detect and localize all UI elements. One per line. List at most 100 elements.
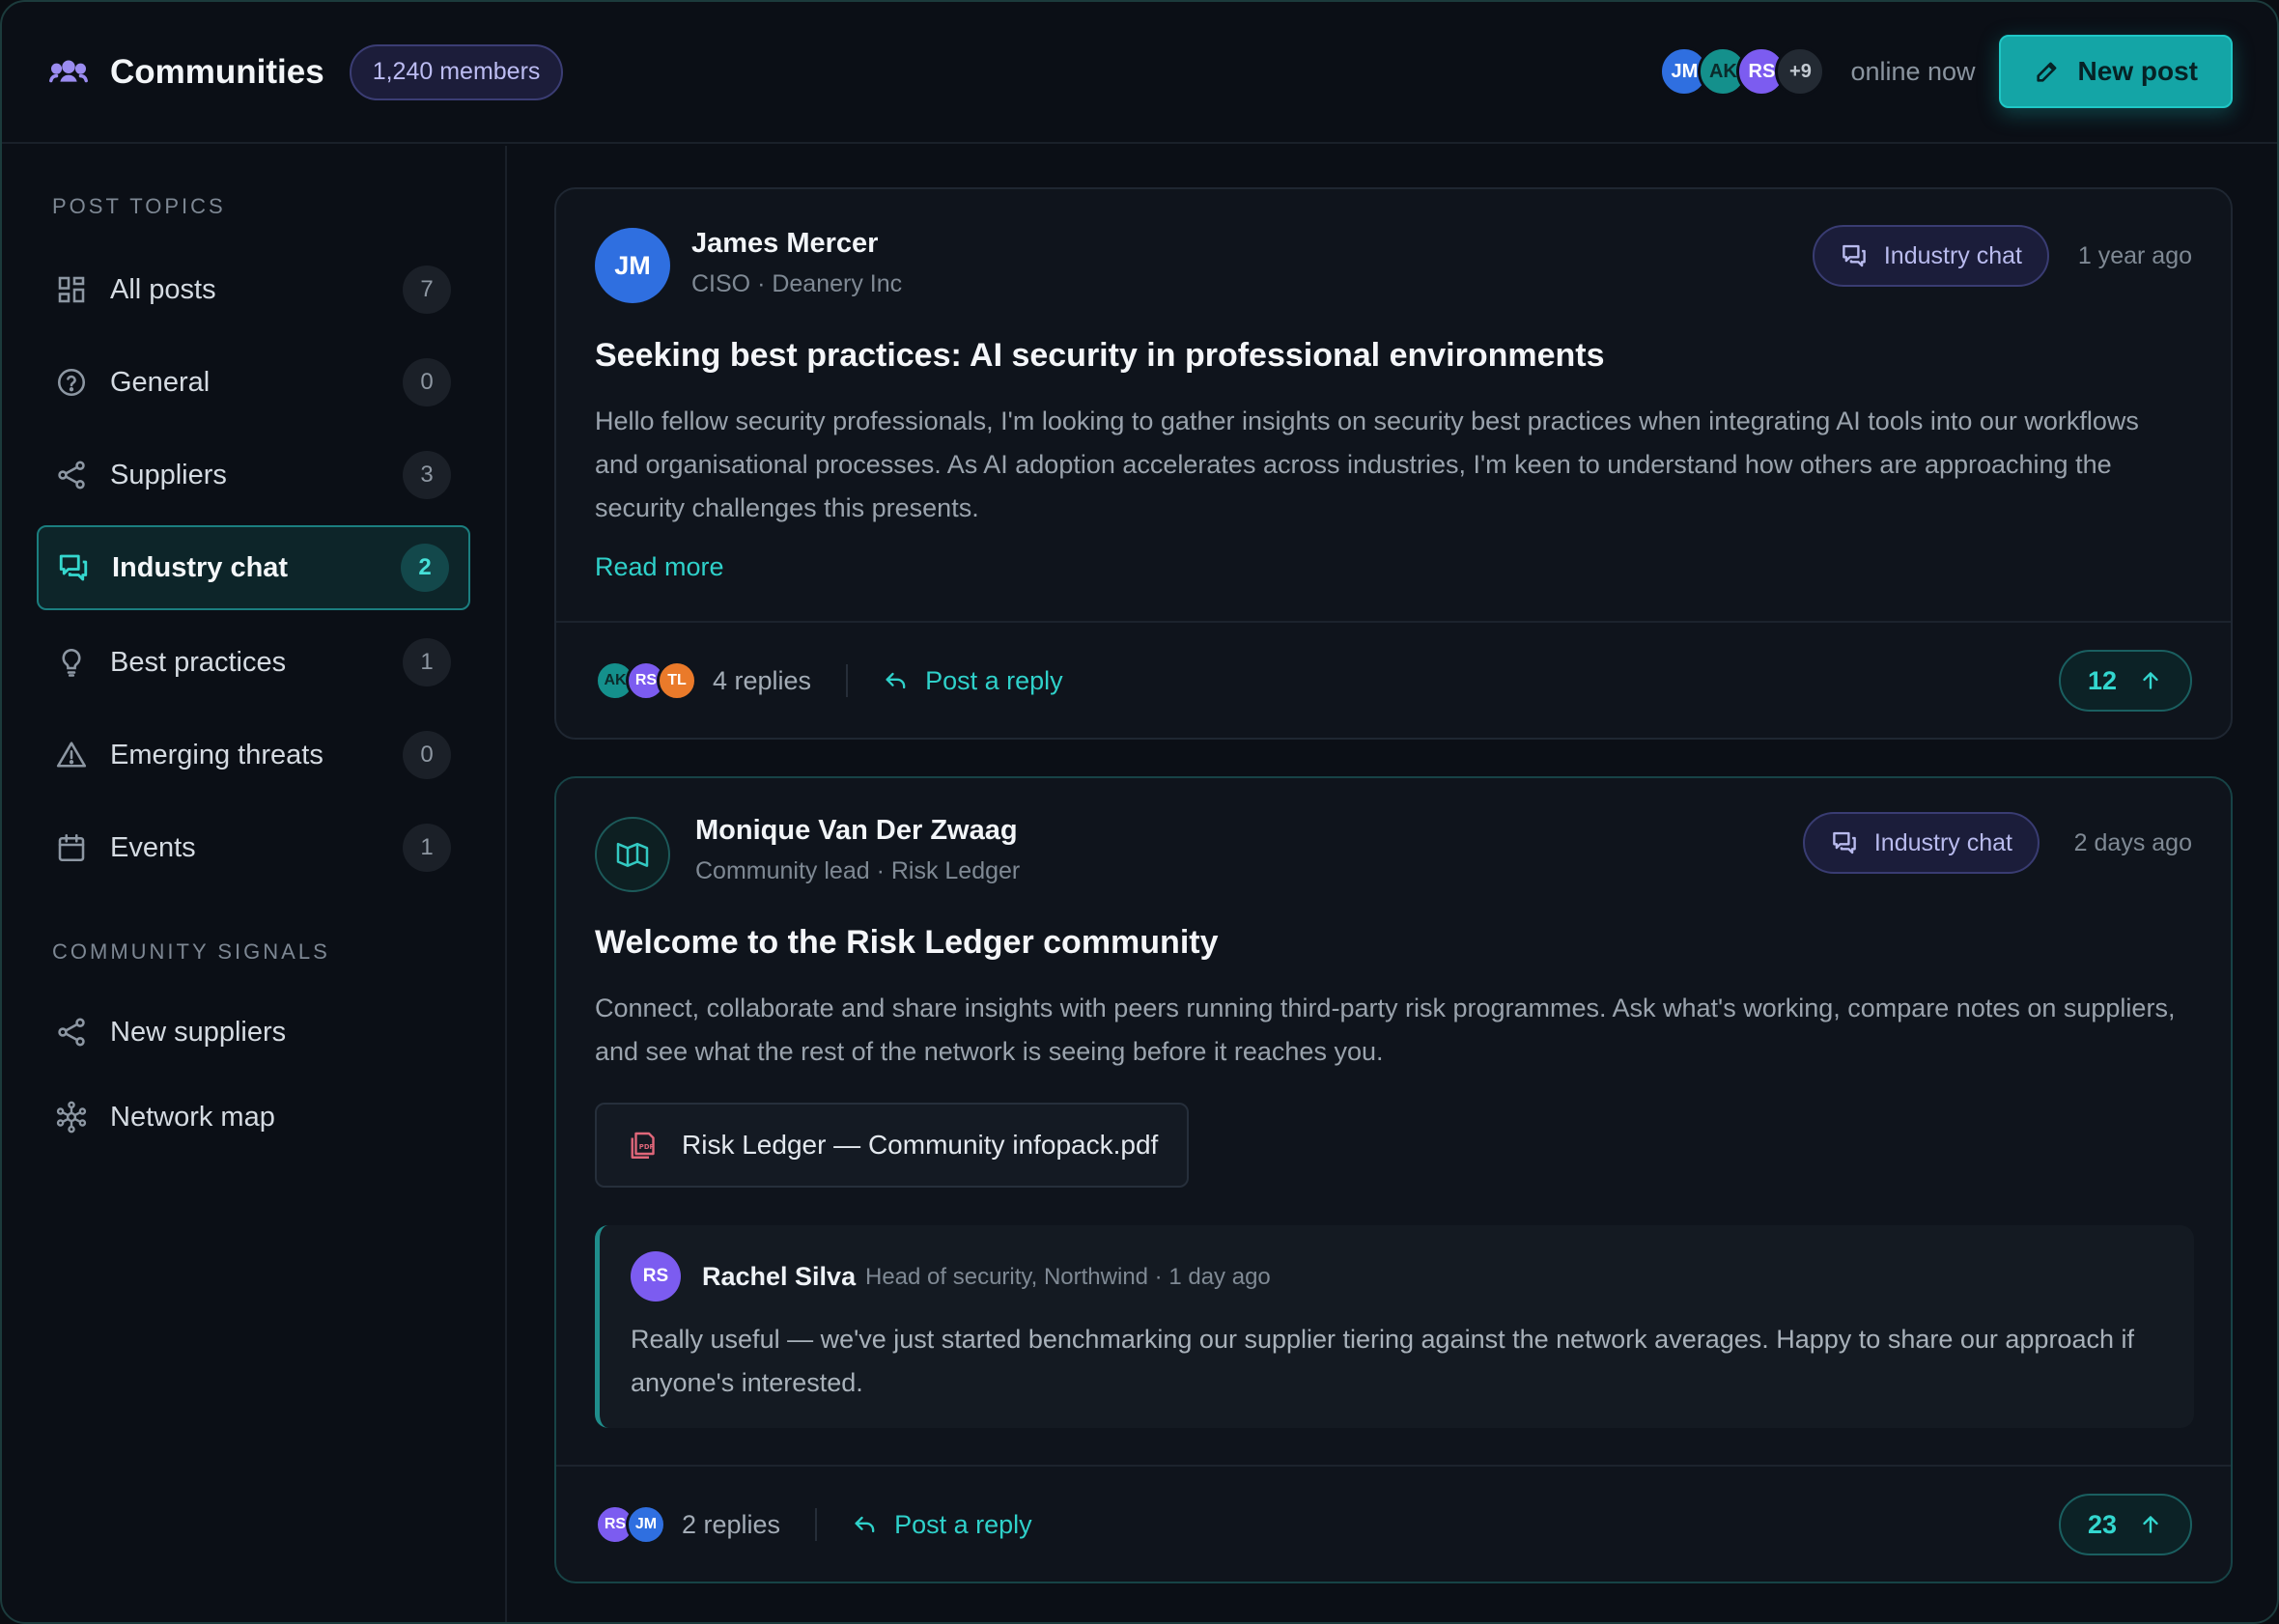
post-title[interactable]: Seeking best practices: AI security in p…: [595, 337, 1605, 375]
author-name[interactable]: Monique Van Der Zwaag: [695, 815, 1018, 847]
lightbulb-icon: [62, 648, 81, 677]
share-icon: [58, 461, 85, 490]
topic-label: Industry chat: [1883, 241, 2022, 269]
post-timestamp: 2 days ago: [2073, 829, 2192, 856]
chat-icon: [59, 554, 88, 581]
sidebar-item-label: Network map: [110, 1101, 275, 1133]
post-body: Connect, collaborate and share insights …: [595, 994, 2176, 1066]
attachment-name: Risk Ledger — Community infopack.pdf: [682, 1130, 1159, 1160]
arrow-up-icon: [2143, 672, 2158, 689]
sidebar: POST TOPICS All posts 7 General 0 Suppli…: [2, 146, 507, 1622]
post-reply-label: Post a reply: [925, 665, 1063, 695]
online-avatars[interactable]: JM AK RS +9: [1659, 46, 1826, 97]
sidebar-item-emerging-threats[interactable]: Emerging threats 0: [37, 713, 470, 798]
pencil-icon: [2036, 62, 2056, 82]
sidebar-item-label: Events: [110, 831, 196, 863]
avatar: TL: [657, 660, 697, 701]
pdf-file-icon: PDF: [631, 1132, 655, 1159]
count-badge: 0: [403, 358, 451, 406]
app-window: Communities 1,240 members JM AK RS +9 on…: [0, 0, 2279, 1624]
post-timestamp: 1 year ago: [2077, 242, 2192, 269]
post-card: Monique Van Der Zwaag Community lead · R…: [554, 776, 2233, 1583]
avatar[interactable]: RS: [631, 1251, 681, 1302]
author-role: CISO · Deanery Inc: [691, 270, 903, 297]
post-topics-heading: POST TOPICS: [52, 194, 226, 218]
post-title[interactable]: Welcome to the Risk Ledger community: [595, 924, 1219, 962]
map-icon: [616, 842, 649, 867]
page-title: Communities: [110, 52, 324, 91]
sidebar-item-suppliers[interactable]: Suppliers 3: [37, 433, 470, 518]
divider: [556, 1465, 2231, 1467]
members-count-badge: 1,240 members: [349, 43, 564, 100]
avatar[interactable]: JM: [595, 228, 670, 303]
reply-author-name[interactable]: Rachel Silva: [702, 1262, 856, 1292]
sidebar-item-label: Industry chat: [112, 551, 289, 583]
read-more-link[interactable]: Read more: [595, 552, 724, 582]
sidebar-item-all-posts[interactable]: All posts 7: [37, 247, 470, 332]
count-badge: 7: [403, 266, 451, 314]
topic-badge[interactable]: Industry chat: [1802, 812, 2040, 874]
avatar: JM: [626, 1504, 666, 1545]
count-badge: 2: [401, 544, 449, 592]
vote-count: 12: [2087, 665, 2117, 695]
post-feed: JM James Mercer CISO · Deanery Inc Indus…: [509, 146, 2277, 1622]
post-reply-button[interactable]: Post a reply: [883, 666, 1063, 696]
upvote-button[interactable]: 12: [2058, 650, 2192, 712]
sidebar-item-events[interactable]: Events 1: [37, 805, 470, 890]
post-reply-label: Post a reply: [894, 1509, 1032, 1539]
sidebar-item-general[interactable]: General 0: [37, 340, 470, 425]
arrow-up-icon: [2143, 1516, 2158, 1533]
sidebar-item-label: General: [110, 366, 211, 398]
sidebar-item-label: Suppliers: [110, 459, 227, 490]
topic-badge[interactable]: Industry chat: [1812, 225, 2049, 287]
sidebar-item-label: All posts: [110, 273, 216, 305]
reply-text: Really useful — we've just started bench…: [631, 1325, 2134, 1397]
header-actions: JM AK RS +9 online now New post: [1659, 35, 2233, 108]
reply-avatars: AK RS TL: [595, 660, 697, 701]
count-badge: 3: [403, 451, 451, 499]
post-footer: RS JM 2 replies Post a reply 23: [595, 1494, 2192, 1555]
featured-reply: RS Rachel Silva Head of security, Northw…: [595, 1225, 2194, 1428]
vote-count: 23: [2087, 1509, 2117, 1539]
post-footer: AK RS TL 4 replies Post a reply 12: [595, 650, 2192, 712]
divider: [815, 1508, 818, 1541]
top-header: Communities 1,240 members JM AK RS +9 on…: [2, 2, 2277, 144]
sidebar-item-new-suppliers[interactable]: New suppliers: [37, 990, 470, 1075]
community-icon: [49, 60, 88, 82]
sidebar-item-label: New suppliers: [110, 1016, 287, 1048]
sidebar-item-network-map[interactable]: Network map: [37, 1075, 470, 1160]
author-name[interactable]: James Mercer: [691, 228, 878, 260]
post-card: JM James Mercer CISO · Deanery Inc Indus…: [554, 187, 2233, 740]
post-reply-button[interactable]: Post a reply: [852, 1510, 1032, 1540]
reply-meta: Head of security, Northwind · 1 day ago: [865, 1264, 1271, 1290]
grid-icon: [58, 276, 85, 303]
pdf-attachment[interactable]: PDF Risk Ledger — Community infopack.pdf: [595, 1103, 1190, 1188]
upvote-button[interactable]: 23: [2058, 1494, 2192, 1555]
sidebar-item-industry-chat[interactable]: Industry chat 2: [37, 525, 470, 610]
new-post-label: New post: [2077, 56, 2198, 86]
chat-icon: [1833, 831, 1856, 854]
sidebar-item-label: Best practices: [110, 646, 287, 678]
divider: [556, 621, 2231, 623]
new-post-button[interactable]: New post: [1998, 35, 2233, 108]
svg-text:PDF: PDF: [639, 1143, 655, 1151]
count-badge: 1: [403, 638, 451, 686]
replies-count[interactable]: 4 replies: [713, 666, 811, 696]
online-status-text: online now: [1850, 56, 1976, 86]
reply-icon: [855, 1516, 875, 1533]
reply-icon: [886, 672, 906, 689]
sidebar-item-label: Emerging threats: [110, 739, 324, 770]
topic-label: Industry chat: [1873, 828, 2012, 856]
reply-avatars: RS JM: [595, 1504, 666, 1545]
replies-count[interactable]: 2 replies: [682, 1510, 780, 1540]
question-icon: [57, 368, 86, 397]
community-signals-heading: COMMUNITY SIGNALS: [52, 939, 330, 964]
count-badge: 1: [403, 824, 451, 872]
sidebar-item-best-practices[interactable]: Best practices 1: [37, 620, 470, 705]
warning-icon: [56, 742, 87, 768]
network-icon: [56, 1101, 87, 1134]
risk-ledger-logo[interactable]: [595, 817, 670, 892]
share-icon: [58, 1018, 85, 1047]
author-role: Community lead · Risk Ledger: [695, 857, 1021, 884]
post-body: Hello fellow security professionals, I'm…: [595, 406, 2139, 522]
